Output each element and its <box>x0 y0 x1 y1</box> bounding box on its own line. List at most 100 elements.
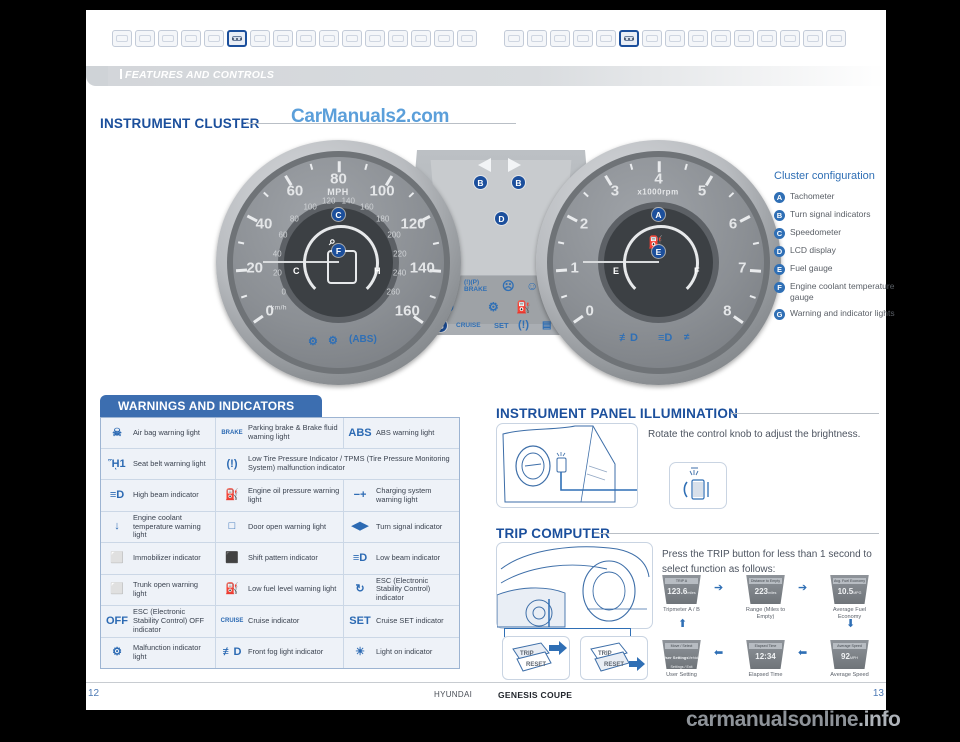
speedometer-mph-label: 100 <box>369 182 395 200</box>
illumination-svg <box>502 425 649 503</box>
trip-button-illustration[interactable]: TRIP RESET <box>502 636 570 680</box>
warning-cell-esc-icon: ↻ ESC (Electronic Stability Control) indi… <box>344 575 459 606</box>
trip-lcd-screen: TRIP A 123.6miles <box>662 575 701 604</box>
chapter-tab-airbag-icon[interactable] <box>158 30 178 47</box>
page-number-left: 12 <box>88 688 100 699</box>
reset-button-illustration[interactable]: TRIP RESET <box>580 636 648 680</box>
speedometer-mph-label: 140 <box>409 259 435 277</box>
low-beam-icon: ≡D <box>352 551 368 564</box>
warning-label: Low fuel level warning light <box>248 584 337 594</box>
chapter-tab-hook-icon[interactable] <box>688 30 708 47</box>
chapter-tab-radio-icon[interactable] <box>642 30 662 47</box>
tachometer-label: 7 <box>738 259 747 277</box>
chapter-tab-cupholder-icon[interactable] <box>388 30 408 47</box>
legend-item-g: G Warning and indicator lights <box>774 308 899 321</box>
page-title-instrument-cluster: INSTRUMENT CLUSTER <box>100 116 260 131</box>
chapter-tab-child-seat-icon[interactable] <box>711 30 731 47</box>
section-band: FEATURES AND CONTROLS <box>86 64 886 90</box>
telltale-brake-icon: (!)(P) BRAKE <box>464 279 488 293</box>
chapter-tab-wheel-icon[interactable] <box>504 30 524 47</box>
legend-label-c: Speedometer <box>790 227 842 237</box>
warnings-row: OFF ESC (Electronic Stability Control) OF… <box>101 606 459 638</box>
tacho-rear-fog-icon: ≠ <box>684 332 690 343</box>
chapter-tab-bluetooth-icon[interactable] <box>296 30 316 47</box>
chapter-tab-power-icon[interactable] <box>434 30 454 47</box>
abs-icon: ABS <box>348 426 372 439</box>
chapter-tab-tool-icon[interactable] <box>411 30 431 47</box>
callout-e: E <box>652 245 665 258</box>
parking-brake-icon: BRAKE <box>221 430 243 437</box>
tab-glyph-bluetooth-icon <box>669 35 681 42</box>
warning-cell-turn-signal-icon: ◀▶ Turn signal indicator <box>344 512 459 543</box>
tachometer-label: 2 <box>579 215 589 233</box>
tab-glyph-key-fob-icon <box>554 35 566 42</box>
tab-glyph-key-icon <box>185 35 197 42</box>
chapter-tab-cluster-icon[interactable] <box>619 30 639 47</box>
oil-pressure-icon: ⛽ <box>225 489 239 502</box>
legend-label-f: Engine coolant temperature gauge <box>790 281 895 302</box>
telltale-set-label: SET <box>494 321 509 330</box>
trip-step-4: Elapsed Time 12:34 Elapsed Time <box>742 640 789 679</box>
legend-label-g: Warning and indicator lights <box>790 308 895 319</box>
trip-step-3: Average Speed 92MPH Average Speed <box>826 640 873 679</box>
chapter-tab-person-seat-icon[interactable] <box>527 30 547 47</box>
turn-signal-left-arrow-icon <box>478 158 491 172</box>
trip-step-0: TRIP A 123.6miles Tripmeter A / B <box>658 575 705 614</box>
chapter-tab-steering-icon[interactable] <box>250 30 270 47</box>
legend-label-e: Fuel gauge <box>790 263 833 273</box>
site-watermark-tld: .info <box>858 708 901 731</box>
chapter-tab-document-icon[interactable] <box>273 30 293 47</box>
trip-lcd-screen: Distance to Empty 223miles <box>746 575 785 604</box>
chapter-tabs-right <box>504 30 846 47</box>
reset-button-svg: TRIP RESET <box>590 642 645 672</box>
trip-lcd-value: 10.5MPG <box>830 587 869 596</box>
page-footer: 12 13 HYUNDAI GENESIS COUPE <box>86 682 886 710</box>
chapter-tab-trunk-icon[interactable] <box>757 30 777 47</box>
warning-cell-airbag-icon: ☠ Air bag warning light <box>101 418 216 449</box>
warning-cell-low-beam-icon: ≡D Low beam indicator <box>344 543 459 573</box>
fuel-gauge-min: E <box>613 266 620 276</box>
warning-label: Door open warning light <box>248 521 327 531</box>
esc-off-icon: OFF <box>106 614 128 627</box>
cluster-gauges-glyph <box>232 37 242 40</box>
chapter-tab-mirror-icon[interactable] <box>204 30 224 47</box>
telltale-oil-icon: ⛽ <box>516 300 531 314</box>
callout-c: C <box>332 208 345 221</box>
trip-lcd-number: 223 <box>754 587 768 596</box>
warnings-panel-header: WARNINGS AND INDICATORS <box>100 395 322 417</box>
fuel-gauge-max: F <box>694 266 700 276</box>
chapter-tab-console-icon[interactable] <box>365 30 385 47</box>
chapter-tab-memo-icon[interactable] <box>826 30 846 47</box>
illumination-dash-illustration <box>496 423 649 508</box>
chapter-tab-jack-icon[interactable] <box>803 30 823 47</box>
chapter-tab-cupholder-icon[interactable] <box>734 30 754 47</box>
footer-rule <box>86 682 886 683</box>
trip-lcd-unit: MPG <box>853 591 862 595</box>
chapter-tab-seat-icon[interactable] <box>112 30 132 47</box>
callout-b-left: B <box>474 176 487 189</box>
chapter-tab-sunroof-icon[interactable] <box>596 30 616 47</box>
chapter-tab-child-seat-icon[interactable] <box>342 30 362 47</box>
callout-b-right: B <box>512 176 525 189</box>
legend-badge-a: A <box>774 192 785 203</box>
chapter-tab-bluetooth-icon[interactable] <box>665 30 685 47</box>
legend-label-d: LCD display <box>790 245 836 255</box>
chapter-tab-wiper-icon[interactable] <box>780 30 800 47</box>
tab-glyph-cupholder-icon <box>392 35 404 42</box>
chapter-tab-key-icon[interactable] <box>181 30 201 47</box>
chapter-tab-mirror-icon[interactable] <box>573 30 593 47</box>
tpms-icon: (!) <box>226 457 238 470</box>
malfunction-icon: ⚙ <box>112 646 122 659</box>
chapter-tab-hook-icon[interactable] <box>319 30 339 47</box>
chapter-tab-key-fob-icon[interactable] <box>550 30 570 47</box>
tab-glyph-mirror-icon <box>577 35 589 42</box>
chapter-tab-cluster-icon[interactable] <box>227 30 247 47</box>
site-watermark-name: carmanualsonline <box>686 708 859 731</box>
telltale-tpms-icon: (!) <box>518 319 529 331</box>
chapter-tab-seatbelt-icon[interactable] <box>135 30 155 47</box>
tab-glyph-jack-icon <box>807 35 819 42</box>
tacho-low-beam-icon: ≡D <box>658 332 673 344</box>
chapter-tab-memo-icon[interactable] <box>457 30 477 47</box>
trip-computer-dash-illustration <box>496 542 653 629</box>
flow-arrow-right-2: ➔ <box>798 582 808 594</box>
